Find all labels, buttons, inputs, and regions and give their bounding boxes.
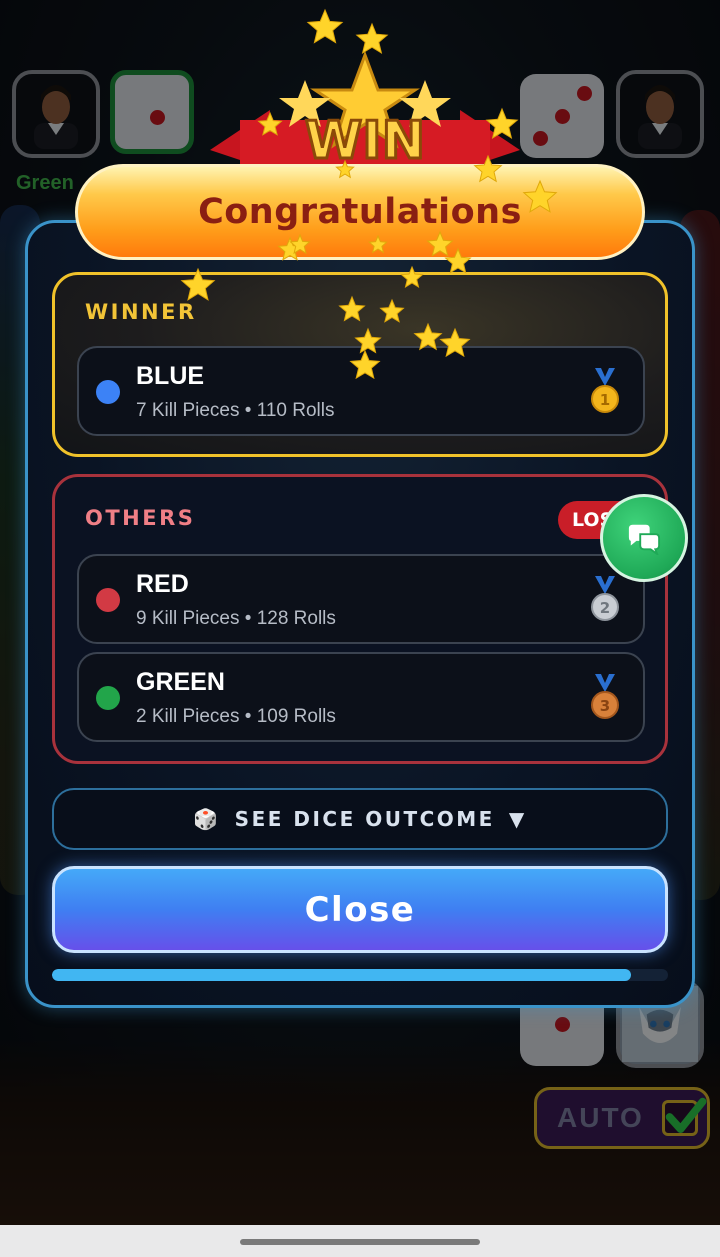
player-color-dot bbox=[96, 686, 120, 710]
winner-section: WINNER BLUE 7 Kill Pieces • 110 Rolls 1 bbox=[52, 272, 668, 457]
close-button-label: Close bbox=[304, 889, 416, 930]
system-nav-bar bbox=[0, 1225, 720, 1257]
others-section-title: OTHERS bbox=[85, 506, 196, 530]
player-name: BLUE bbox=[136, 362, 205, 390]
winner-section-title: WINNER bbox=[85, 300, 197, 324]
player-row-green: GREEN 2 Kill Pieces • 109 Rolls 3 bbox=[77, 652, 645, 742]
others-section: OTHERS LOS RED 9 Kill Pieces • 128 Rolls… bbox=[52, 474, 668, 764]
congratulations-title: Congratulations bbox=[198, 192, 522, 232]
silver-medal-icon: 2 bbox=[591, 576, 619, 621]
player-name: RED bbox=[136, 570, 189, 598]
player-stats: 9 Kill Pieces • 128 Rolls bbox=[136, 608, 336, 629]
bronze-medal-icon: 3 bbox=[591, 674, 619, 719]
player-stats: 7 Kill Pieces • 110 Rolls bbox=[136, 400, 335, 421]
winner-row: BLUE 7 Kill Pieces • 110 Rolls 1 bbox=[77, 346, 645, 436]
player-stats: 2 Kill Pieces • 109 Rolls bbox=[136, 706, 336, 727]
congratulations-banner: Congratulations bbox=[75, 164, 645, 260]
svg-text:3: 3 bbox=[600, 697, 610, 715]
svg-text:1: 1 bbox=[600, 391, 610, 409]
home-gesture-handle[interactable] bbox=[240, 1239, 480, 1245]
player-color-dot bbox=[96, 588, 120, 612]
progress-fill bbox=[52, 969, 632, 981]
chat-bubbles-icon bbox=[628, 524, 661, 555]
win-emblem-text: WIN bbox=[305, 111, 425, 171]
player-row-red: RED 9 Kill Pieces • 128 Rolls 2 bbox=[77, 554, 645, 644]
player-color-dot bbox=[96, 380, 120, 404]
dice-icon: 🎲 bbox=[193, 807, 221, 831]
auto-close-progress bbox=[52, 969, 668, 981]
see-dice-outcome-toggle[interactable]: 🎲 SEE DICE OUTCOME ▼ bbox=[52, 788, 668, 850]
chevron-down-icon: ▼ bbox=[508, 807, 527, 831]
dice-outcome-label: SEE DICE OUTCOME bbox=[234, 807, 495, 831]
player-name: GREEN bbox=[136, 668, 225, 696]
svg-text:2: 2 bbox=[600, 599, 610, 617]
gold-medal-icon: 1 bbox=[591, 368, 619, 413]
close-button[interactable]: Close bbox=[52, 866, 668, 953]
chat-button[interactable] bbox=[600, 494, 688, 582]
